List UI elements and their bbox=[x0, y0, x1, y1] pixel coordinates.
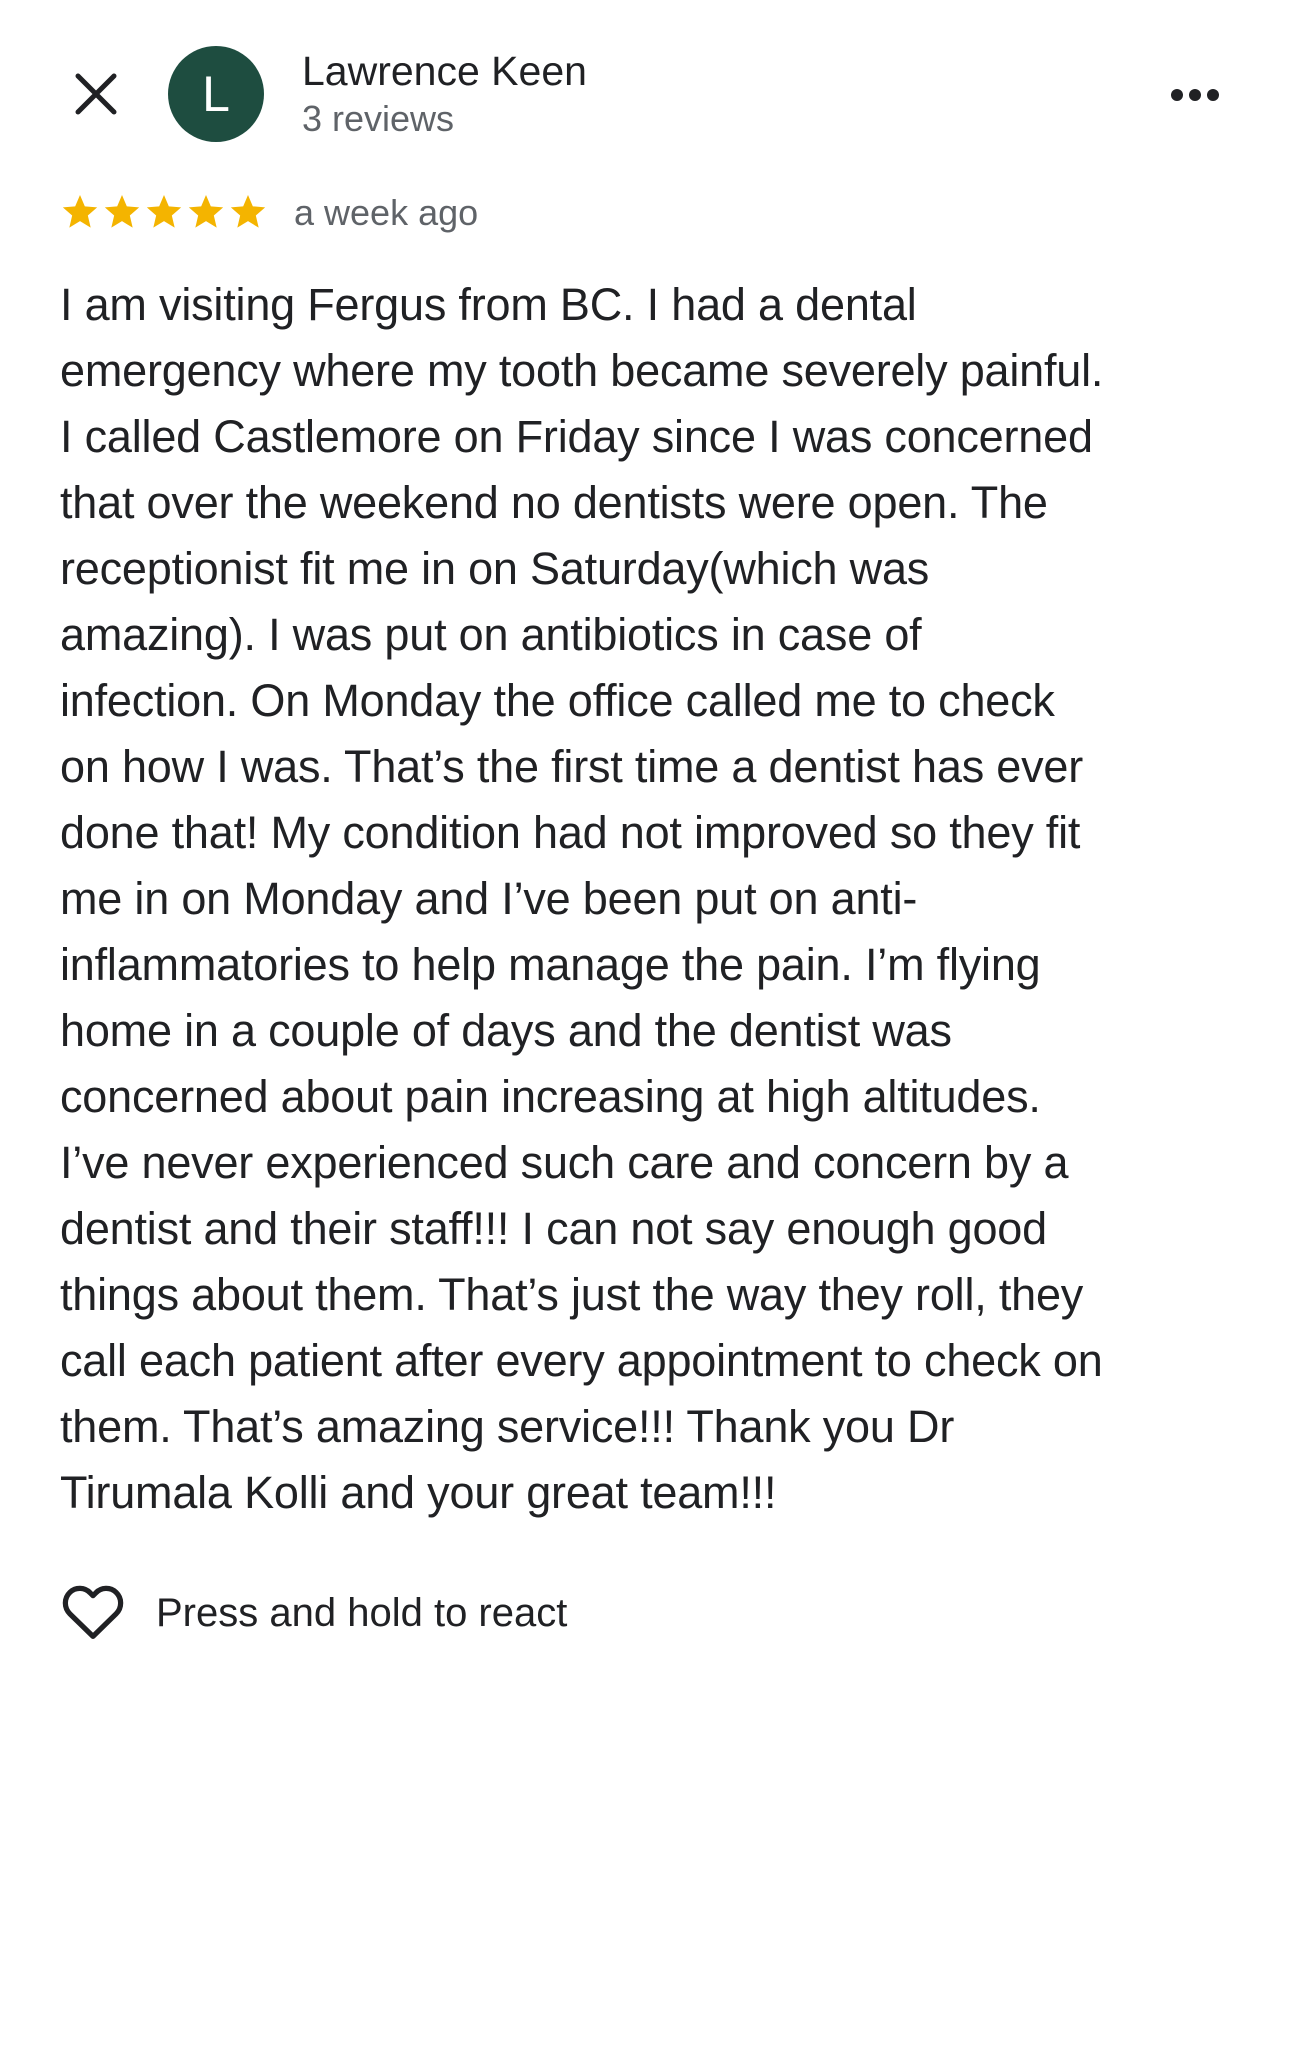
star-icon bbox=[188, 195, 224, 228]
star-icon bbox=[62, 195, 98, 228]
star-rating bbox=[60, 192, 268, 232]
react-button[interactable]: Press and hold to react bbox=[60, 1580, 567, 1646]
star-icon bbox=[104, 195, 140, 228]
heart-icon bbox=[62, 1585, 124, 1639]
close-icon bbox=[75, 73, 117, 115]
author-avatar[interactable]: L bbox=[168, 46, 264, 142]
author-name[interactable]: Lawrence Keen bbox=[302, 48, 587, 95]
close-button[interactable] bbox=[62, 60, 130, 128]
react-label: Press and hold to react bbox=[156, 1590, 568, 1635]
avatar-initial: L bbox=[202, 66, 230, 122]
star-icon bbox=[146, 195, 182, 228]
review-text: I am visiting Fergus from BC. I had a de… bbox=[60, 279, 1104, 1518]
review-timestamp: a week ago bbox=[294, 192, 479, 233]
more-horizontal-icon bbox=[1171, 89, 1219, 101]
more-options-button[interactable] bbox=[1160, 70, 1230, 120]
star-icon bbox=[230, 195, 266, 228]
author-reviews-count: 3 reviews bbox=[302, 98, 455, 139]
